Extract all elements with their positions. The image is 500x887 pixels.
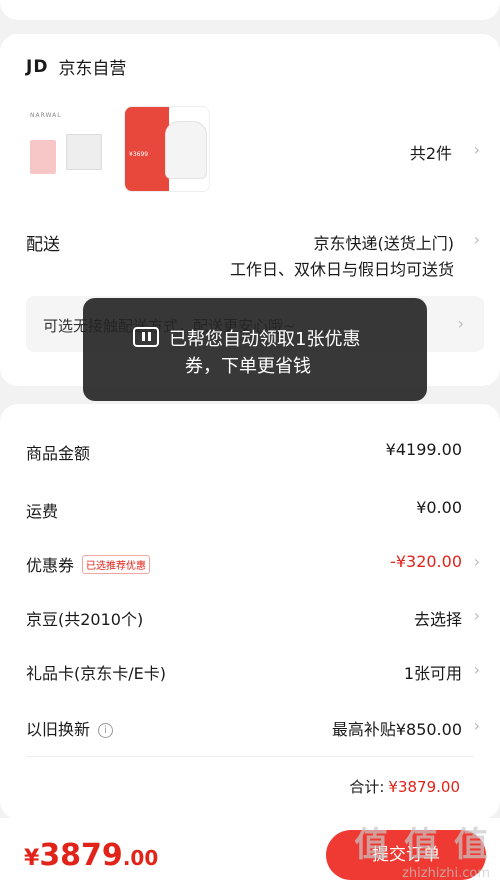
trade-in-subsidy[interactable]: 最高补贴¥850.00 bbox=[332, 716, 462, 740]
shipping-note: 工作日、双休日与假日均可送货 bbox=[229, 260, 454, 279]
row-jingdou[interactable]: 京豆(共2010个) 去选择 › bbox=[26, 606, 480, 632]
coupon-label: 优惠券 bbox=[26, 556, 75, 575]
total-label: 合计: bbox=[349, 778, 385, 796]
goods-thumbnails[interactable]: NARWAL ¥3699 bbox=[26, 106, 222, 192]
row-value: ¥4199.00 bbox=[385, 440, 462, 459]
bottom-bar: ¥3879.00 提交订单 值 值 值 zhizhizhi.com bbox=[0, 818, 500, 887]
price-currency: ¥ bbox=[24, 846, 40, 871]
jingdou-select[interactable]: 去选择 bbox=[414, 606, 462, 630]
watermark: 值 值 值 zhizhizhi.com bbox=[354, 817, 490, 881]
jd-logo: JD bbox=[26, 56, 49, 77]
chevron-right-icon[interactable]: › bbox=[474, 552, 480, 571]
chevron-right-icon[interactable]: › bbox=[474, 140, 480, 159]
top-card bbox=[0, 0, 500, 20]
shop-header: JD 京东自营 bbox=[26, 54, 127, 80]
thumb-pink-package bbox=[30, 140, 56, 174]
total-amount: ¥3879.00 bbox=[388, 778, 460, 796]
chevron-right-icon[interactable]: › bbox=[474, 660, 480, 679]
chevron-right-icon[interactable]: › bbox=[474, 716, 480, 735]
product-thumbnail-accessory[interactable]: NARWAL bbox=[26, 106, 112, 192]
info-icon[interactable]: i bbox=[98, 723, 114, 738]
row-coupon[interactable]: 优惠券 已选推荐优惠 -¥320.00 › bbox=[26, 552, 480, 578]
order-total: 合计: ¥3879.00 bbox=[349, 776, 460, 797]
row-label: 京豆(共2010个) bbox=[26, 610, 144, 629]
chevron-right-icon[interactable]: › bbox=[474, 606, 480, 625]
thumb-price: ¥3699 bbox=[129, 151, 149, 158]
thumb-red-banner bbox=[125, 107, 169, 191]
row-value: ¥0.00 bbox=[416, 498, 462, 517]
shipping-label: 配送 bbox=[26, 235, 60, 255]
watermark-url: zhizhizhi.com bbox=[402, 866, 490, 881]
row-shipping-fee: 运费 ¥0.00 bbox=[26, 498, 474, 524]
row-label: 以旧换新 i bbox=[26, 716, 114, 740]
thumb-white-box bbox=[66, 134, 102, 170]
price-integer: 3879 bbox=[39, 838, 123, 873]
chevron-right-icon[interactable]: › bbox=[458, 314, 464, 333]
price-card: 商品金额 ¥4199.00 运费 ¥0.00 优惠券 已选推荐优惠 -¥320.0… bbox=[0, 404, 500, 819]
gift-card-available[interactable]: 1张可用 bbox=[404, 660, 462, 684]
shop-name: 京东自营 bbox=[58, 59, 127, 79]
watermark-logo: 值 值 值 bbox=[354, 825, 490, 865]
toast-text-line2: 券，下单更省钱 bbox=[185, 356, 311, 377]
row-trade-in[interactable]: 以旧换新 i 最高补贴¥850.00 › bbox=[26, 716, 480, 742]
payable-price: ¥3879.00 bbox=[24, 838, 158, 873]
row-label: 商品金额 bbox=[26, 444, 91, 463]
recommended-coupon-badge: 已选推荐优惠 bbox=[82, 555, 151, 574]
shipping-method[interactable]: 京东快递(送货上门) bbox=[314, 230, 455, 254]
price-decimal: .00 bbox=[122, 846, 159, 870]
product-thumbnail-robot[interactable]: ¥3699 bbox=[124, 106, 210, 192]
divider bbox=[26, 756, 474, 757]
row-label: 礼品卡(京东卡/E卡) bbox=[26, 664, 166, 683]
goods-count[interactable]: 共2件 bbox=[410, 140, 452, 164]
coupon-icon bbox=[133, 327, 159, 347]
toast-text-line1: 已帮您自动领取1张优惠 bbox=[169, 329, 361, 350]
coupon-discount[interactable]: -¥320.00 bbox=[390, 552, 462, 571]
row-goods-amount: 商品金额 ¥4199.00 bbox=[26, 440, 474, 466]
row-label: 运费 bbox=[26, 502, 59, 521]
thumb-robot-shape bbox=[165, 121, 207, 179]
thumb-brand: NARWAL bbox=[30, 112, 62, 119]
row-gift-card[interactable]: 礼品卡(京东卡/E卡) 1张可用 › bbox=[26, 660, 480, 686]
row-label: 优惠券 已选推荐优惠 bbox=[26, 552, 151, 576]
chevron-right-icon[interactable]: › bbox=[474, 230, 480, 249]
coupon-toast: 已帮您自动领取1张优惠 券，下单更省钱 bbox=[83, 298, 427, 401]
trade-in-label: 以旧换新 bbox=[26, 720, 91, 739]
